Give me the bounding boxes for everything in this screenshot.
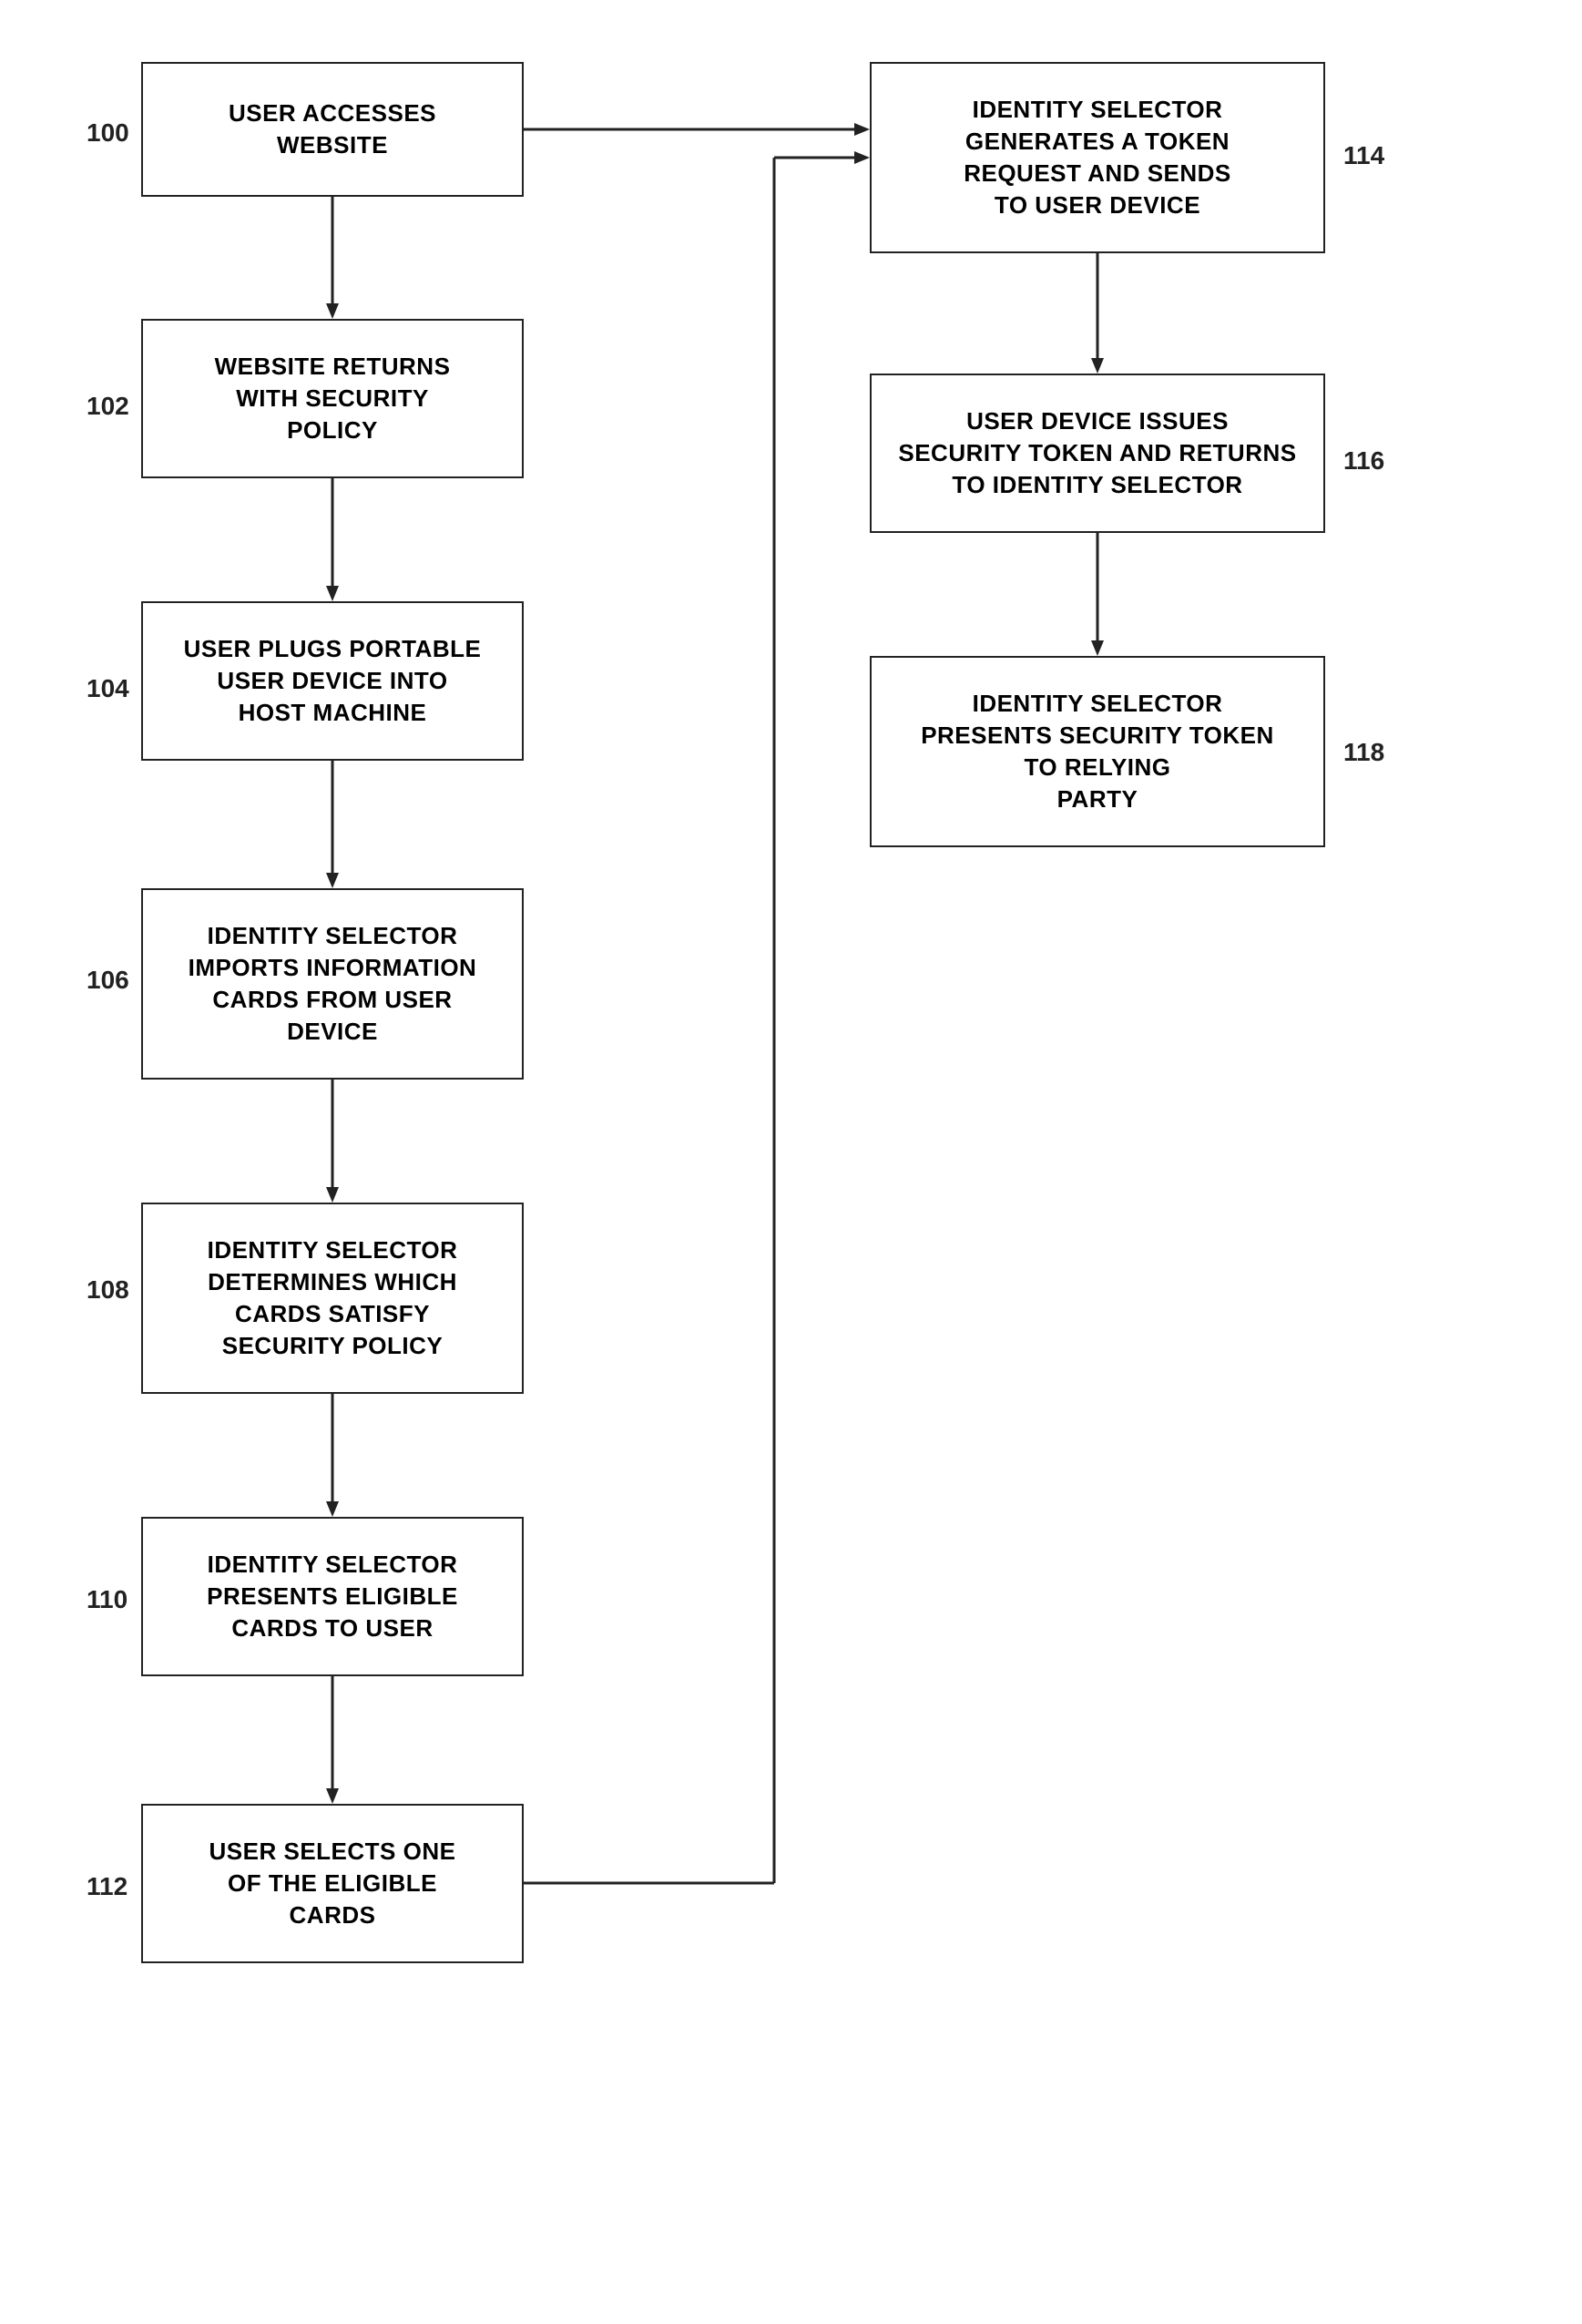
lbl116: 116 [1343,446,1384,476]
diagram-container: USER ACCESSESWEBSITE WEBSITE RETURNSWITH … [0,0,1582,2324]
lbl102: 102 [87,392,129,421]
lbl114: 114 [1343,141,1384,170]
lbl110: 110 [87,1585,128,1614]
box108: IDENTITY SELECTORDETERMINES WHICHCARDS S… [141,1203,524,1394]
box112: USER SELECTS ONEOF THE ELIGIBLECARDS [141,1804,524,1963]
lbl106: 106 [87,966,129,995]
box106: IDENTITY SELECTORIMPORTS INFORMATIONCARD… [141,888,524,1080]
lbl112: 112 [87,1872,128,1901]
box104: USER PLUGS PORTABLEUSER DEVICE INTOHOST … [141,601,524,761]
box110: IDENTITY SELECTORPRESENTS ELIGIBLECARDS … [141,1517,524,1676]
box118: IDENTITY SELECTORPRESENTS SECURITY TOKEN… [870,656,1325,847]
lbl100: 100 [87,118,129,148]
lbl118: 118 [1343,738,1384,767]
box102: WEBSITE RETURNSWITH SECURITYPOLICY [141,319,524,478]
lbl108: 108 [87,1275,129,1305]
box114: IDENTITY SELECTORGENERATES A TOKENREQUES… [870,62,1325,253]
box100: USER ACCESSESWEBSITE [141,62,524,197]
box116: USER DEVICE ISSUESSECURITY TOKEN AND RET… [870,374,1325,533]
lbl104: 104 [87,674,129,703]
